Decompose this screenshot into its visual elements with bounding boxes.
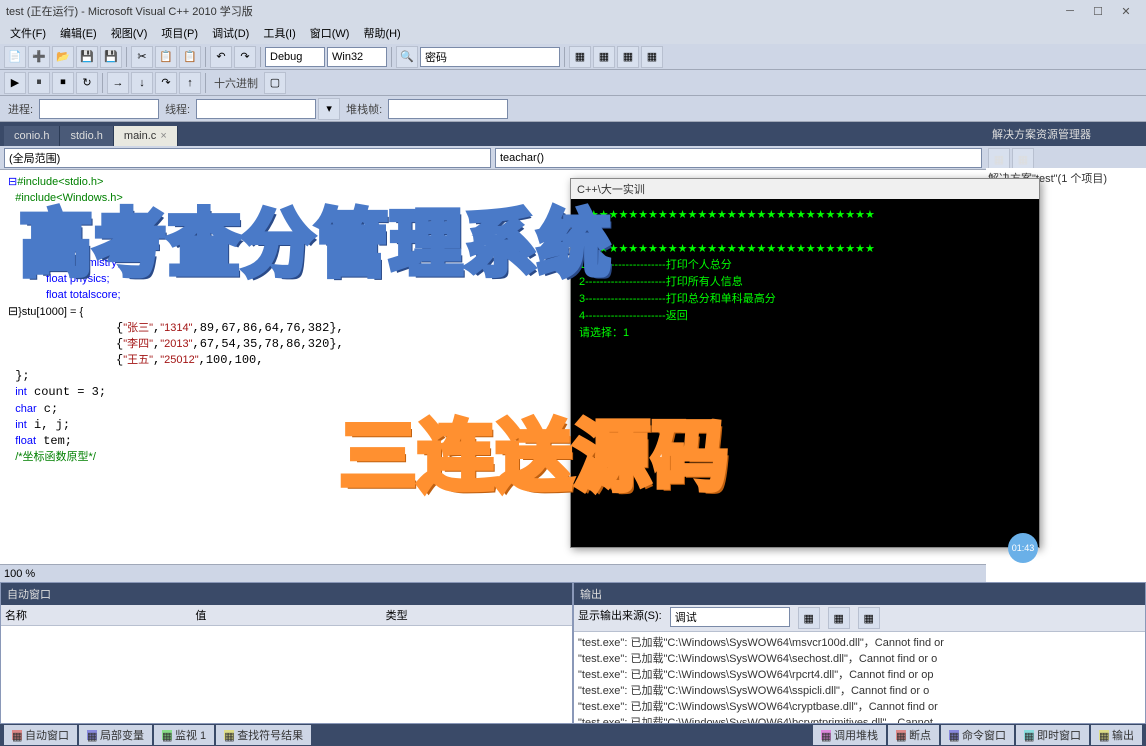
menu-help[interactable]: 帮助(H): [357, 23, 406, 43]
restart-icon[interactable]: ↻: [76, 72, 98, 94]
tab-main[interactable]: main.c×: [114, 126, 178, 146]
app-title: test (正在运行) - Microsoft Visual C++ 2010 …: [6, 3, 253, 19]
btab-auto[interactable]: ▦自动窗口: [4, 725, 77, 745]
continue-icon[interactable]: ▶: [4, 72, 26, 94]
cut-icon[interactable]: ✂: [131, 46, 153, 68]
btab-immediate[interactable]: ▦即时窗口: [1016, 725, 1089, 745]
se-icon-2[interactable]: ▦: [1012, 148, 1034, 170]
menubar: 文件(F) 编辑(E) 视图(V) 项目(P) 调试(D) 工具(I) 窗口(W…: [0, 22, 1146, 44]
stackframe-combo[interactable]: [388, 99, 508, 119]
paste-icon[interactable]: 📋: [179, 46, 201, 68]
output-panel: 输出 显示输出来源(S): 调试 ▦ ▦ ▦ "test.exe": 已加载"C…: [573, 582, 1146, 724]
close-button[interactable]: ✕: [1112, 2, 1140, 20]
menu-window[interactable]: 窗口(W): [304, 23, 356, 43]
step-into-icon[interactable]: ↓: [131, 72, 153, 94]
auto-col-type[interactable]: 类型: [386, 607, 568, 623]
minimize-button[interactable]: ─: [1056, 2, 1084, 20]
timer-badge: 01:43: [1008, 533, 1038, 563]
step-over-icon[interactable]: ↷: [155, 72, 177, 94]
save-icon[interactable]: 💾: [76, 46, 98, 68]
auto-col-value[interactable]: 值: [195, 607, 377, 623]
menu-view[interactable]: 视图(V): [105, 23, 154, 43]
output-source-label: 显示输出来源(S):: [578, 607, 662, 629]
tab-stdio[interactable]: stdio.h: [60, 126, 113, 146]
toolbar-process: 进程: 线程: ▾ 堆栈帧:: [0, 96, 1146, 122]
copy-icon[interactable]: 📋: [155, 46, 177, 68]
btab-findsymbol[interactable]: ▦查找符号结果: [216, 725, 311, 745]
btab-command[interactable]: ▦命令窗口: [941, 725, 1014, 745]
tab-conio[interactable]: conio.h: [4, 126, 60, 146]
config-combo[interactable]: Debug: [265, 47, 325, 67]
auto-col-name[interactable]: 名称: [5, 607, 187, 623]
console-title: C++\大一实训: [571, 179, 1039, 199]
add-item-icon[interactable]: ➕: [28, 46, 50, 68]
search-combo[interactable]: 密码: [420, 47, 560, 67]
stackframe-label: 堆栈帧:: [342, 101, 386, 117]
toolbar-debug: ▶ ⏸ ⏹ ↻ → ↓ ↷ ↑ 十六进制 ▢: [0, 70, 1146, 96]
save-all-icon[interactable]: 💾: [100, 46, 122, 68]
btab-locals[interactable]: ▦局部变量: [79, 725, 152, 745]
menu-edit[interactable]: 编辑(E): [54, 23, 103, 43]
menu-tools[interactable]: 工具(I): [257, 23, 301, 43]
output-icon-1[interactable]: ▦: [798, 607, 820, 629]
solution-explorer-title: 解决方案资源管理器: [986, 122, 1146, 146]
output-icon-3[interactable]: ▦: [858, 607, 880, 629]
thread-combo[interactable]: [196, 99, 316, 119]
output-source-combo[interactable]: 调试: [670, 607, 790, 627]
hex-label: 十六进制: [210, 75, 262, 91]
output-panel-body: "test.exe": 已加载"C:\Windows\SysWOW64\msvc…: [574, 632, 1145, 723]
output-panel-title: 输出: [574, 583, 1145, 605]
new-project-icon[interactable]: 📄: [4, 46, 26, 68]
btab-breakpoints[interactable]: ▦断点: [888, 725, 939, 745]
scope-combo[interactable]: (全局范围): [4, 148, 491, 168]
thread-label: 线程:: [161, 101, 194, 117]
process-combo[interactable]: [39, 99, 159, 119]
zoom-bar: 100 %: [0, 564, 986, 582]
maximize-button[interactable]: ☐: [1084, 2, 1112, 20]
break-icon[interactable]: ⏸: [28, 72, 50, 94]
auto-panel-title: 自动窗口: [1, 583, 572, 605]
bottom-tabs: ▦自动窗口 ▦局部变量 ▦监视 1 ▦查找符号结果 ▦调用堆栈 ▦断点 ▦命令窗…: [0, 724, 1146, 746]
titlebar: test (正在运行) - Microsoft Visual C++ 2010 …: [0, 0, 1146, 22]
console-output: ★★★★★★★★★★★★★★★★★★★★★★★★★★★★★★ 高考查分系统 ★★…: [571, 199, 1039, 349]
menu-debug[interactable]: 调试(D): [206, 23, 255, 43]
tb-icon-1[interactable]: ▦: [569, 46, 591, 68]
open-icon[interactable]: 📂: [52, 46, 74, 68]
function-combo[interactable]: teachar(): [495, 148, 982, 168]
tb-icon-2[interactable]: ▦: [593, 46, 615, 68]
btab-watch[interactable]: ▦监视 1: [154, 725, 214, 745]
console-window[interactable]: C++\大一实训 ★★★★★★★★★★★★★★★★★★★★★★★★★★★★★★ …: [570, 178, 1040, 548]
close-icon[interactable]: ×: [160, 130, 166, 142]
btab-output[interactable]: ▦输出: [1091, 725, 1142, 745]
hex-toggle[interactable]: ▢: [264, 72, 286, 94]
show-next-icon[interactable]: →: [107, 72, 129, 94]
output-icon-2[interactable]: ▦: [828, 607, 850, 629]
stop-icon[interactable]: ⏹: [52, 72, 74, 94]
menu-file[interactable]: 文件(F): [4, 23, 52, 43]
thread-icon[interactable]: ▾: [318, 98, 340, 120]
menu-project[interactable]: 项目(P): [155, 23, 204, 43]
auto-panel: 自动窗口 名称 值 类型: [0, 582, 573, 724]
toolbar-main: 📄 ➕ 📂 💾 💾 ✂ 📋 📋 ↶ ↷ Debug Win32 🔍 密码 ▦ ▦…: [0, 44, 1146, 70]
undo-icon[interactable]: ↶: [210, 46, 232, 68]
se-icon-1[interactable]: ▦: [988, 148, 1010, 170]
step-out-icon[interactable]: ↑: [179, 72, 201, 94]
tb-icon-4[interactable]: ▦: [641, 46, 663, 68]
btab-callstack[interactable]: ▦调用堆栈: [813, 725, 886, 745]
redo-icon[interactable]: ↷: [234, 46, 256, 68]
auto-panel-body: [1, 626, 572, 723]
zoom-value[interactable]: 100 %: [4, 568, 35, 580]
process-label: 进程:: [4, 101, 37, 117]
editor-tabs: conio.h stdio.h main.c×: [0, 122, 986, 146]
platform-combo[interactable]: Win32: [327, 47, 387, 67]
tb-icon-3[interactable]: ▦: [617, 46, 639, 68]
find-icon[interactable]: 🔍: [396, 46, 418, 68]
